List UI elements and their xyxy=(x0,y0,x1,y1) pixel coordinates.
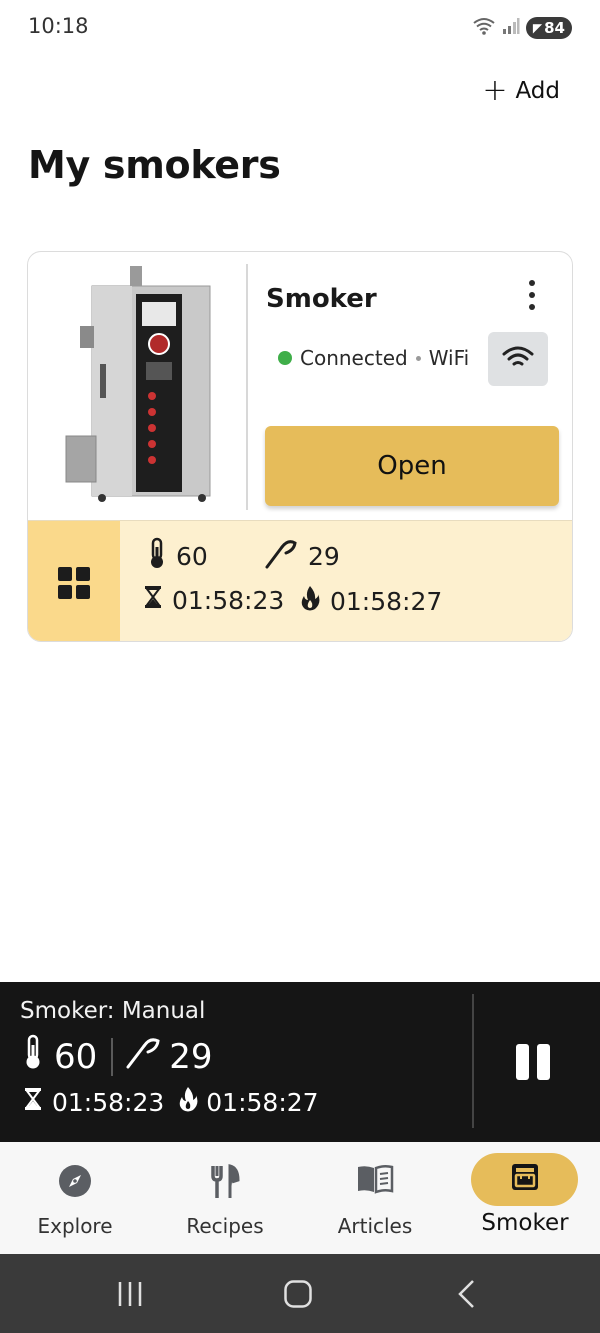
temperature-value: 60 xyxy=(176,541,208,571)
nav-explore-label: Explore xyxy=(37,1214,113,1238)
page-title: My smokers xyxy=(28,143,281,187)
smoker-card: Smoker Connected WiFi Open 60 29 01:58:2… xyxy=(27,251,573,642)
thermometer-icon xyxy=(24,1034,42,1079)
battery-saver-icon: ◤ xyxy=(532,21,543,35)
connection-status-label: Connected xyxy=(300,346,408,370)
bottom-navigation: Explore Recipes Articles Smoker xyxy=(0,1142,600,1254)
nav-smoker-label: Smoker xyxy=(481,1210,569,1236)
nav-smoker[interactable]: Smoker xyxy=(450,1142,600,1254)
add-label: Add xyxy=(515,78,560,104)
temperature-stat: 60 xyxy=(148,537,208,575)
session-divider xyxy=(472,994,474,1128)
hourglass-icon xyxy=(144,585,162,615)
battery-indicator: ◤ 84 xyxy=(525,17,572,39)
pause-button[interactable] xyxy=(516,1044,550,1080)
timer-value: 01:58:23 xyxy=(172,585,285,615)
nav-recipes-label: Recipes xyxy=(186,1214,264,1238)
add-smoker-button[interactable]: + Add xyxy=(482,74,560,108)
nav-articles[interactable]: Articles xyxy=(300,1142,450,1254)
timer-stat: 01:58:23 xyxy=(144,585,284,615)
compass-icon xyxy=(58,1164,92,1198)
smoker-image xyxy=(28,252,246,520)
probe-stat: 29 xyxy=(264,537,340,575)
smoke-timer-value: 01:58:27 xyxy=(330,586,443,616)
grid-icon xyxy=(58,566,90,599)
more-options-icon[interactable] xyxy=(520,278,544,312)
status-time: 10:18 xyxy=(28,14,89,38)
flame-icon xyxy=(178,1086,198,1118)
plus-icon: + xyxy=(482,73,508,108)
wifi-button[interactable] xyxy=(488,332,548,386)
session-timers: 01:58:23 01:58:27 xyxy=(24,1086,319,1118)
home-icon[interactable] xyxy=(282,1274,314,1314)
wifi-icon xyxy=(502,345,534,373)
fork-knife-icon xyxy=(210,1164,240,1200)
recent-apps-icon[interactable] xyxy=(114,1274,146,1314)
dashboard-button[interactable] xyxy=(28,521,120,641)
nav-recipes[interactable]: Recipes xyxy=(150,1142,300,1254)
card-divider xyxy=(246,264,248,510)
wifi-status-icon xyxy=(472,16,496,40)
flame-icon xyxy=(300,585,320,617)
open-button[interactable]: Open xyxy=(265,426,559,506)
session-timer-value: 01:58:23 xyxy=(52,1087,165,1117)
session-temps: 60 29 xyxy=(24,1034,213,1079)
nav-explore[interactable]: Explore xyxy=(0,1142,150,1254)
probe-icon xyxy=(264,537,298,575)
active-session-bar[interactable]: Smoker: Manual 60 29 01:58:23 01:58:27 xyxy=(0,982,600,1142)
book-icon xyxy=(356,1164,394,1194)
hourglass-icon xyxy=(24,1087,42,1117)
probe-icon xyxy=(125,1035,161,1078)
battery-level: 84 xyxy=(544,19,565,37)
session-probe-value: 29 xyxy=(169,1036,213,1077)
smoker-icon xyxy=(510,1162,540,1192)
nav-articles-label: Articles xyxy=(337,1214,413,1238)
separator-dot xyxy=(415,355,421,361)
session-title: Smoker: Manual xyxy=(20,998,206,1024)
connection-type-label: WiFi xyxy=(428,346,470,370)
card-stats: 60 29 01:58:23 01:58:27 xyxy=(28,520,572,641)
separator xyxy=(111,1037,114,1076)
probe-temperature-value: 29 xyxy=(308,541,340,571)
thermometer-icon xyxy=(148,537,166,575)
signal-icon xyxy=(502,17,520,39)
session-temperature-value: 60 xyxy=(54,1036,98,1077)
system-navigation-bar xyxy=(0,1254,600,1333)
back-icon[interactable] xyxy=(452,1274,480,1314)
connected-indicator xyxy=(278,351,292,365)
connection-status: Connected WiFi xyxy=(278,346,469,370)
smoke-timer-stat: 01:58:27 xyxy=(300,585,442,617)
status-icons: ◤ 84 xyxy=(472,16,572,40)
session-smoke-timer-value: 01:58:27 xyxy=(206,1087,319,1117)
status-bar: 10:18 ◤ 84 xyxy=(0,0,600,56)
smoker-name: Smoker xyxy=(266,284,377,314)
